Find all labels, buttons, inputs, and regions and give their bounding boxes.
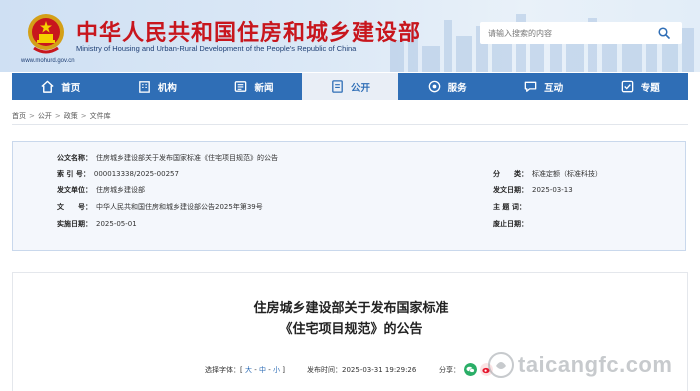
- meta-row-issuer: 发文单位： 住房城乡建设部: [57, 185, 145, 195]
- nav-label-home: 首页: [61, 82, 81, 94]
- nav-label-disclosure: 公开: [351, 82, 371, 94]
- breadcrumb-separator: >: [54, 112, 61, 120]
- breadcrumb-separator: >: [29, 112, 35, 120]
- news-icon: [235, 81, 247, 92]
- meta-row-index: 索 引 号： 000013338/2025-00257: [57, 169, 179, 179]
- nav-label-interaction: 互动: [544, 82, 564, 94]
- font-size-medium-button[interactable]: 中: [259, 366, 266, 374]
- breadcrumb-policy[interactable]: 政策: [64, 112, 78, 120]
- national-emblem-icon: [28, 14, 64, 54]
- search-box: [480, 22, 682, 44]
- topic-icon: [621, 80, 634, 93]
- nav-label-topic: 专题: [640, 82, 660, 94]
- meta-row-doc-name: 公文名称： 住房城乡建设部关于发布国家标准《住宅项目规范》的公告: [57, 153, 278, 163]
- site-subtitle: Ministry of Housing and Urban-Rural Deve…: [76, 44, 357, 53]
- nav-label-org: 机构: [157, 82, 177, 94]
- meta-row-effective-date: 实施日期： 2025-05-01: [57, 219, 137, 229]
- meta-key: 分 类：: [493, 170, 528, 178]
- main-nav: 首页 机构 新闻 公开 服务 互动 专题: [12, 73, 688, 100]
- meta-key: 索 引 号：: [57, 170, 90, 178]
- nav-item-topic[interactable]: 专题: [591, 73, 688, 100]
- breadcrumb: 首页 > 公开 > 政策 > 文件库: [12, 111, 111, 121]
- divider: [12, 124, 688, 125]
- watermark: taicangfc.com: [488, 350, 672, 380]
- meta-row-issue-date: 发文日期： 2025-03-13: [493, 185, 573, 195]
- bracket-close: ]: [282, 366, 285, 374]
- breadcrumb-disclosure[interactable]: 公开: [38, 112, 52, 120]
- nav-label-service: 服务: [447, 82, 467, 94]
- meta-value: 000013338/2025-00257: [93, 170, 179, 178]
- breadcrumb-library[interactable]: 文件库: [90, 112, 111, 120]
- separator: -: [254, 366, 257, 374]
- meta-key: 废止日期：: [493, 220, 528, 228]
- nav-label-news: 新闻: [254, 82, 274, 94]
- meta-key: 发文单位：: [57, 186, 92, 194]
- font-size-small-button[interactable]: 小: [273, 366, 280, 374]
- nav-item-disclosure[interactable]: 公开: [301, 73, 399, 100]
- font-size-large-button[interactable]: 大: [245, 366, 252, 374]
- watermark-text: taicangfc.com: [518, 352, 673, 377]
- service-icon: [428, 80, 440, 93]
- meta-value: 2025-03-13: [532, 186, 573, 194]
- site-title: 中华人民共和国住房和城乡建设部: [76, 21, 422, 46]
- share-label: 分享：: [439, 366, 460, 374]
- meta-value: 住房城乡建设部关于发布国家标准《住宅项目规范》的公告: [96, 154, 278, 162]
- meta-value: 2025-05-01: [96, 220, 137, 228]
- bracket-open: [: [240, 366, 243, 374]
- meta-value: 住房城乡建设部: [96, 186, 145, 194]
- publish-time-label: 发布时间：: [307, 366, 342, 374]
- nav-item-service[interactable]: 服务: [398, 73, 495, 100]
- nav-item-home[interactable]: 首页: [12, 73, 109, 100]
- wechat-share-icon[interactable]: [464, 363, 477, 376]
- watermark-logo-icon: [488, 352, 514, 378]
- meta-key: 主 题 词：: [493, 203, 526, 211]
- article-title-line2: 《住宅项目规范》的公告: [279, 322, 423, 337]
- document-meta-box: 公文名称： 住房城乡建设部关于发布国家标准《住宅项目规范》的公告 索 引 号： 00…: [12, 141, 686, 251]
- nav-item-interaction[interactable]: 互动: [495, 73, 592, 100]
- meta-row-subject: 主 题 词：: [493, 202, 530, 212]
- site-header: 中华人民共和国住房和城乡建设部 Ministry of Housing and …: [0, 0, 700, 72]
- meta-key: 文 号：: [57, 203, 92, 211]
- meta-row-category: 分 类： 标准定额（标准科技）: [493, 169, 602, 179]
- building-icon: [139, 81, 150, 93]
- meta-row-repeal-date: 废止日期：: [493, 219, 532, 229]
- chat-icon: [524, 81, 537, 92]
- meta-key: 公文名称：: [57, 154, 92, 162]
- breadcrumb-separator: >: [80, 112, 87, 120]
- nav-item-org[interactable]: 机构: [109, 73, 206, 100]
- publish-time-value: 2025-03-31 19:29:26: [342, 366, 417, 374]
- separator: -: [268, 366, 271, 374]
- meta-row-doc-number: 文 号： 中华人民共和国住房和城乡建设部公告2025年第39号: [57, 202, 263, 212]
- meta-value: 中华人民共和国住房和城乡建设部公告2025年第39号: [96, 203, 263, 211]
- font-size-selector: 选择字体：[ 大 - 中 - 小 ]: [205, 365, 285, 375]
- site-url: www.mohurd.gov.cn: [21, 58, 75, 64]
- search-input[interactable]: [488, 26, 648, 40]
- publish-time: 发布时间：2025-03-31 19:29:26: [307, 365, 416, 375]
- meta-value: 标准定额（标准科技）: [532, 170, 602, 178]
- breadcrumb-home[interactable]: 首页: [12, 112, 26, 120]
- disclosure-icon: [332, 80, 343, 93]
- meta-key: 实施日期：: [57, 220, 92, 228]
- home-icon: [41, 80, 54, 93]
- meta-key: 发文日期：: [493, 186, 528, 194]
- nav-item-news[interactable]: 新闻: [205, 73, 302, 100]
- article-title-line1: 住房城乡建设部关于发布国家标准: [253, 301, 449, 316]
- search-icon[interactable]: [658, 27, 670, 39]
- font-size-label: 选择字体：: [205, 366, 240, 374]
